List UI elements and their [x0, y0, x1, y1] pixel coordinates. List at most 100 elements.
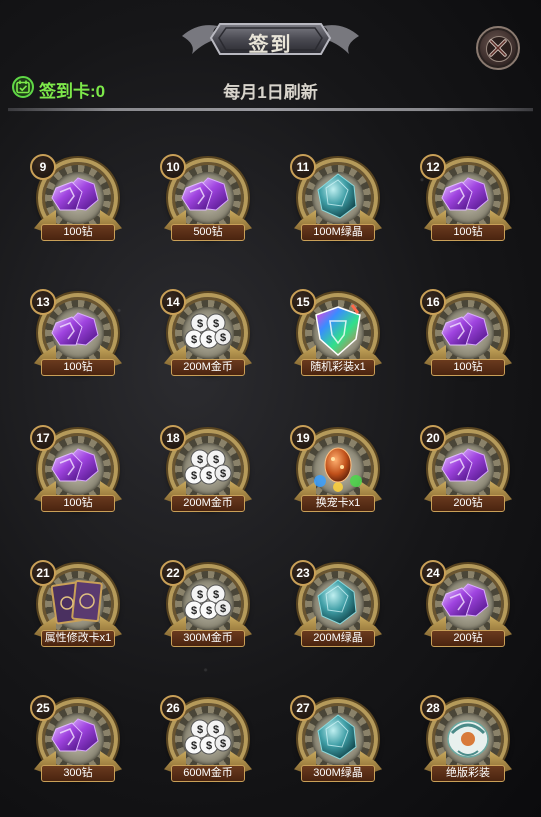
reward-day-20[interactable]: 200钻 20	[418, 421, 518, 521]
purple-gem-icon	[48, 166, 108, 226]
green-crystal-icon	[308, 707, 368, 767]
reward-label: 100M绿晶	[301, 224, 375, 241]
svg-text:$: $	[191, 334, 197, 346]
reward-label: 500钻	[171, 224, 245, 241]
svg-text:$: $	[206, 740, 212, 752]
day-number-badge: 14	[160, 289, 186, 315]
svg-text:$: $	[197, 589, 203, 601]
purple-gem-icon	[438, 301, 498, 361]
svg-text:$: $	[197, 454, 203, 466]
day-number-badge: 19	[290, 425, 316, 451]
reward-label: 100钻	[431, 224, 505, 241]
reward-label: 100钻	[431, 359, 505, 376]
day-number-badge: 17	[30, 425, 56, 451]
purple-gem-icon	[438, 572, 498, 632]
svg-text:$: $	[220, 332, 226, 344]
day-number-badge: 12	[420, 154, 446, 180]
green-crystal-icon	[308, 166, 368, 226]
svg-text:$: $	[220, 468, 226, 480]
reward-label: 100钻	[41, 495, 115, 512]
purple-gem-icon	[48, 437, 108, 497]
svg-text:$: $	[197, 318, 203, 330]
svg-text:$: $	[197, 724, 203, 736]
reward-label: 属性修改卡x1	[41, 630, 115, 647]
day-number-badge: 22	[160, 560, 186, 586]
reward-day-16[interactable]: 100钻 16	[418, 285, 518, 385]
svg-text:$: $	[213, 454, 219, 466]
coin-bags-icon: $ $ $ $ $	[178, 572, 238, 632]
day-number-badge: 28	[420, 695, 446, 721]
reward-day-27[interactable]: 300M绿晶 27	[288, 691, 388, 791]
svg-text:$: $	[206, 470, 212, 482]
coin-bags-icon: $ $ $ $ $	[178, 437, 238, 497]
day-number-badge: 16	[420, 289, 446, 315]
svg-text:$: $	[213, 724, 219, 736]
pet-egg-icon	[308, 437, 368, 497]
svg-text:$: $	[191, 605, 197, 617]
reward-label: 200钻	[431, 630, 505, 647]
reward-label: 随机彩装x1	[301, 359, 375, 376]
day-number-badge: 9	[30, 154, 56, 180]
svg-text:$: $	[191, 470, 197, 482]
svg-text:$: $	[220, 603, 226, 615]
reward-label: 绝版彩装	[431, 765, 505, 782]
reward-label: 300M绿晶	[301, 765, 375, 782]
attribute-cards-icon	[48, 572, 108, 632]
svg-text:$: $	[191, 740, 197, 752]
reward-label: 200M绿晶	[301, 630, 375, 647]
reward-label: 300M金币	[171, 630, 245, 647]
purple-gem-icon	[178, 166, 238, 226]
reward-day-18[interactable]: $ $ $ $ $ 200M金币 18	[158, 421, 258, 521]
purple-gem-icon	[48, 707, 108, 767]
reward-label: 200M金币	[171, 495, 245, 512]
svg-text:$: $	[220, 738, 226, 750]
purple-gem-icon	[438, 437, 498, 497]
reward-day-22[interactable]: $ $ $ $ $ 300M金币 22	[158, 556, 258, 656]
day-number-badge: 10	[160, 154, 186, 180]
day-number-badge: 11	[290, 154, 316, 180]
svg-text:$: $	[213, 318, 219, 330]
reward-grid: 100钻 9 500钻 10 100M绿晶 11 100钻 12 100钻 13…	[0, 0, 541, 817]
reward-day-28[interactable]: 绝版彩装 28	[418, 691, 518, 791]
reward-day-9[interactable]: 100钻 9	[28, 150, 128, 250]
reward-day-24[interactable]: 200钻 24	[418, 556, 518, 656]
reward-label: 200M金币	[171, 359, 245, 376]
day-number-badge: 20	[420, 425, 446, 451]
rare-costume-icon	[438, 707, 498, 767]
day-number-badge: 25	[30, 695, 56, 721]
purple-gem-icon	[438, 166, 498, 226]
reward-label: 换宠卡x1	[301, 495, 375, 512]
reward-day-21[interactable]: 属性修改卡x1 21	[28, 556, 128, 656]
green-crystal-icon	[308, 572, 368, 632]
rainbow-shield-icon	[308, 301, 368, 361]
reward-day-25[interactable]: 300钻 25	[28, 691, 128, 791]
purple-gem-icon	[48, 301, 108, 361]
reward-day-23[interactable]: 200M绿晶 23	[288, 556, 388, 656]
reward-label: 100钻	[41, 359, 115, 376]
reward-label: 300钻	[41, 765, 115, 782]
reward-day-17[interactable]: 100钻 17	[28, 421, 128, 521]
reward-day-13[interactable]: 100钻 13	[28, 285, 128, 385]
reward-day-11[interactable]: 100M绿晶 11	[288, 150, 388, 250]
svg-text:$: $	[206, 605, 212, 617]
reward-label: 100钻	[41, 224, 115, 241]
day-number-badge: 23	[290, 560, 316, 586]
reward-label: 200钻	[431, 495, 505, 512]
day-number-badge: 26	[160, 695, 186, 721]
coin-bags-icon: $ $ $ $ $	[178, 301, 238, 361]
day-number-badge: 13	[30, 289, 56, 315]
reward-day-10[interactable]: 500钻 10	[158, 150, 258, 250]
reward-day-15[interactable]: 随机彩装x1 15	[288, 285, 388, 385]
reward-day-19[interactable]: 换宠卡x1 19	[288, 421, 388, 521]
svg-text:$: $	[206, 334, 212, 346]
reward-day-14[interactable]: $ $ $ $ $ 200M金币 14	[158, 285, 258, 385]
reward-day-12[interactable]: 100钻 12	[418, 150, 518, 250]
svg-text:$: $	[213, 589, 219, 601]
reward-day-26[interactable]: $ $ $ $ $ 600M金币 26	[158, 691, 258, 791]
coin-bags-icon: $ $ $ $ $	[178, 707, 238, 767]
reward-label: 600M金币	[171, 765, 245, 782]
day-number-badge: 27	[290, 695, 316, 721]
day-number-badge: 24	[420, 560, 446, 586]
day-number-badge: 18	[160, 425, 186, 451]
day-number-badge: 21	[30, 560, 56, 586]
